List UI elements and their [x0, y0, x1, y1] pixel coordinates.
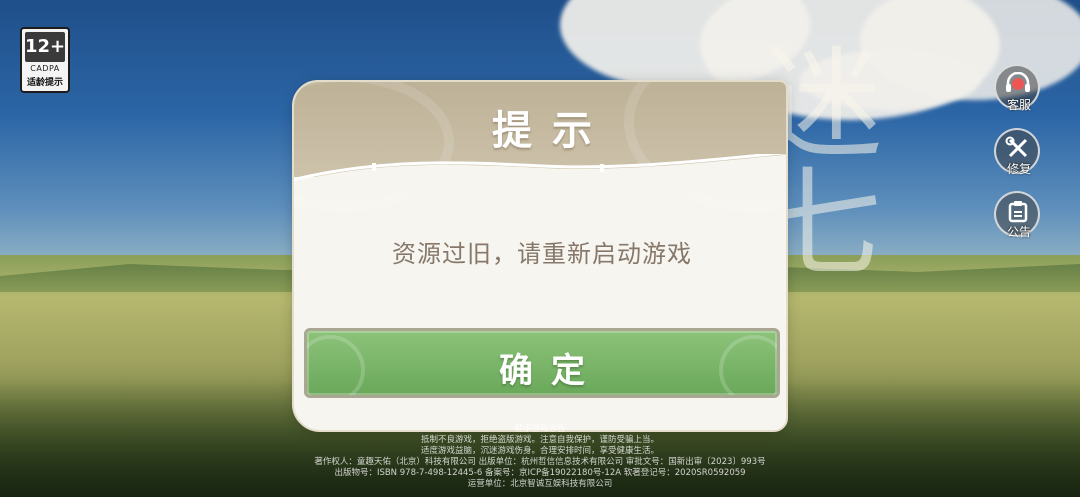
dialog-title: 提示	[492, 108, 612, 154]
side-button-circle: 修复	[994, 128, 1040, 176]
notice-icon	[1008, 201, 1028, 223]
announcement-button[interactable]: 公告	[994, 191, 1042, 239]
footer-line: 健康游戏忠告	[514, 424, 566, 434]
wrench-icon	[1005, 136, 1028, 158]
footer-line: 运营单位：北京智诚互娱科技有限公司	[467, 479, 613, 489]
age-rating-badge[interactable]: 12+ CADPA 适龄提示	[20, 27, 70, 93]
headset-icon	[1006, 72, 1030, 92]
customer-service-button[interactable]: 客服	[994, 64, 1042, 112]
repair-button[interactable]: 修复	[994, 128, 1042, 176]
announcement-label: 公告	[1006, 225, 1031, 239]
footer-line: 适度游戏益脑，沉迷游戏伤身。合理安排时间，享受健康生活。	[420, 446, 659, 456]
age-rating-number: 12+	[25, 32, 65, 62]
footer-line: 出版物号：ISBN 978-7-498-12445-6 备案号：京ICP备190…	[334, 468, 746, 478]
confirm-button[interactable]: 确定	[304, 328, 780, 398]
header-wave-divider	[294, 154, 786, 194]
age-rating-org: CADPA	[30, 64, 60, 73]
repair-label: 修复	[1006, 162, 1031, 176]
customer-service-label: 客服	[1006, 98, 1031, 112]
footer-line: 抵制不良游戏，拒绝盗版游戏。注意自我保护，谨防受骗上当。	[420, 435, 659, 445]
notice-dialog: 提示 资源过旧，请重新启动游戏 确定	[292, 80, 788, 432]
health-advisory-footer: 健康游戏忠告 抵制不良游戏，拒绝盗版游戏。注意自我保护，谨防受骗上当。 适度游戏…	[240, 424, 840, 490]
side-button-circle: 客服	[994, 64, 1040, 112]
side-button-circle: 公告	[994, 191, 1040, 239]
age-rating-label: 适龄提示	[26, 78, 63, 88]
confirm-button-label: 确定	[499, 351, 603, 391]
footer-line: 著作权人：童趣天佑（北京）科技有限公司 出版单位：杭州哲信信息技术有限公司 审批…	[314, 457, 766, 467]
dialog-message: 资源过旧，请重新启动游戏	[392, 240, 692, 268]
